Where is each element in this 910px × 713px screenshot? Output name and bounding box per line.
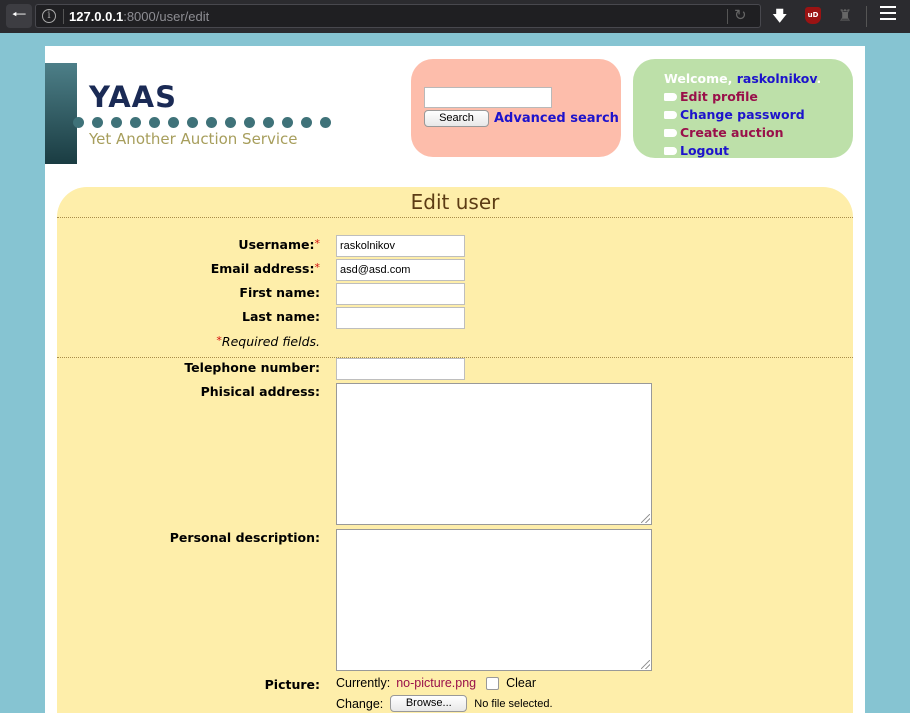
search-button[interactable]: Search xyxy=(424,110,489,127)
last-name-field[interactable] xyxy=(336,307,465,329)
last-name-label: Last name: xyxy=(241,309,320,324)
edit-user-panel: Edit user Username:* Email address:* Fir… xyxy=(57,187,853,713)
info-icon[interactable]: i xyxy=(42,9,56,23)
logo-title[interactable]: YAAS xyxy=(89,80,177,114)
browser-toolbar: 🠐 i 127.0.0.1:8000/user/edit ↻ 🡇 uD ♜ xyxy=(0,0,910,33)
page-container: YAAS Yet Another Auction Service Search … xyxy=(45,46,865,713)
user-menu: Welcome, raskolnikov. Edit profile Chang… xyxy=(633,59,853,158)
divider xyxy=(57,217,853,218)
search-box: Search Advanced search xyxy=(411,59,621,157)
first-name-field[interactable] xyxy=(336,283,465,305)
address-textarea[interactable] xyxy=(336,383,652,525)
no-file-text: No file selected. xyxy=(474,697,553,710)
ublock-icon[interactable]: uD xyxy=(805,7,821,24)
welcome-text: Welcome, raskolnikov. xyxy=(664,71,822,86)
pointing-hand-icon xyxy=(664,110,677,119)
change-label: Change: xyxy=(336,696,384,711)
email-label: Email address:* xyxy=(210,261,320,276)
username-field[interactable] xyxy=(336,235,465,257)
url-text[interactable]: 127.0.0.1:8000/user/edit xyxy=(69,9,209,24)
address-bar-divider xyxy=(727,9,728,24)
telephone-label: Telephone number: xyxy=(184,360,320,375)
create-auction-link[interactable]: Create auction xyxy=(664,125,784,140)
logo-subtitle: Yet Another Auction Service xyxy=(89,130,298,148)
pointing-hand-icon xyxy=(664,128,677,137)
description-label: Personal description: xyxy=(169,530,320,545)
picture-current-row: Currently: no-picture.png Clear xyxy=(336,676,536,690)
extension-icon[interactable]: ♜ xyxy=(838,6,852,25)
address-label: Phisical address: xyxy=(200,384,320,399)
picture-change-row: Change: Browse... No file selected. xyxy=(336,695,553,712)
telephone-field[interactable] xyxy=(336,358,465,380)
resize-grip-icon[interactable] xyxy=(641,514,650,523)
back-arrow-icon[interactable]: 🠐 xyxy=(6,4,32,28)
logout-link[interactable]: Logout xyxy=(664,143,729,158)
download-icon[interactable]: 🡇 xyxy=(772,6,787,31)
picture-label: Picture: xyxy=(264,677,320,692)
address-bar-divider xyxy=(63,9,64,24)
resize-grip-icon[interactable] xyxy=(641,660,650,669)
edit-profile-link[interactable]: Edit profile xyxy=(664,89,758,104)
change-password-link[interactable]: Change password xyxy=(664,107,805,122)
browse-button[interactable]: Browse... xyxy=(390,695,468,712)
current-picture-link[interactable]: no-picture.png xyxy=(396,676,476,690)
toolbar-divider xyxy=(866,6,867,27)
reload-icon[interactable]: ↻ xyxy=(734,6,747,24)
first-name-label: First name: xyxy=(239,285,320,300)
clear-checkbox[interactable] xyxy=(486,676,500,690)
required-fields-note: *Required fields. xyxy=(216,334,320,349)
clear-label: Clear xyxy=(506,676,536,690)
address-bar[interactable]: i 127.0.0.1:8000/user/edit ↻ xyxy=(35,4,761,28)
pointing-hand-icon xyxy=(664,92,677,101)
advanced-search-link[interactable]: Advanced search xyxy=(494,111,619,126)
logo-dots xyxy=(73,117,335,129)
email-field[interactable] xyxy=(336,259,465,281)
username-link[interactable]: raskolnikov xyxy=(737,71,817,86)
logo-stripe xyxy=(45,63,77,164)
hamburger-menu-icon[interactable] xyxy=(880,6,896,24)
pointing-hand-icon xyxy=(664,146,677,155)
username-label: Username:* xyxy=(238,237,320,252)
description-textarea[interactable] xyxy=(336,529,652,671)
currently-label: Currently: xyxy=(336,676,391,690)
search-input[interactable] xyxy=(424,87,552,108)
page-title: Edit user xyxy=(410,190,500,214)
